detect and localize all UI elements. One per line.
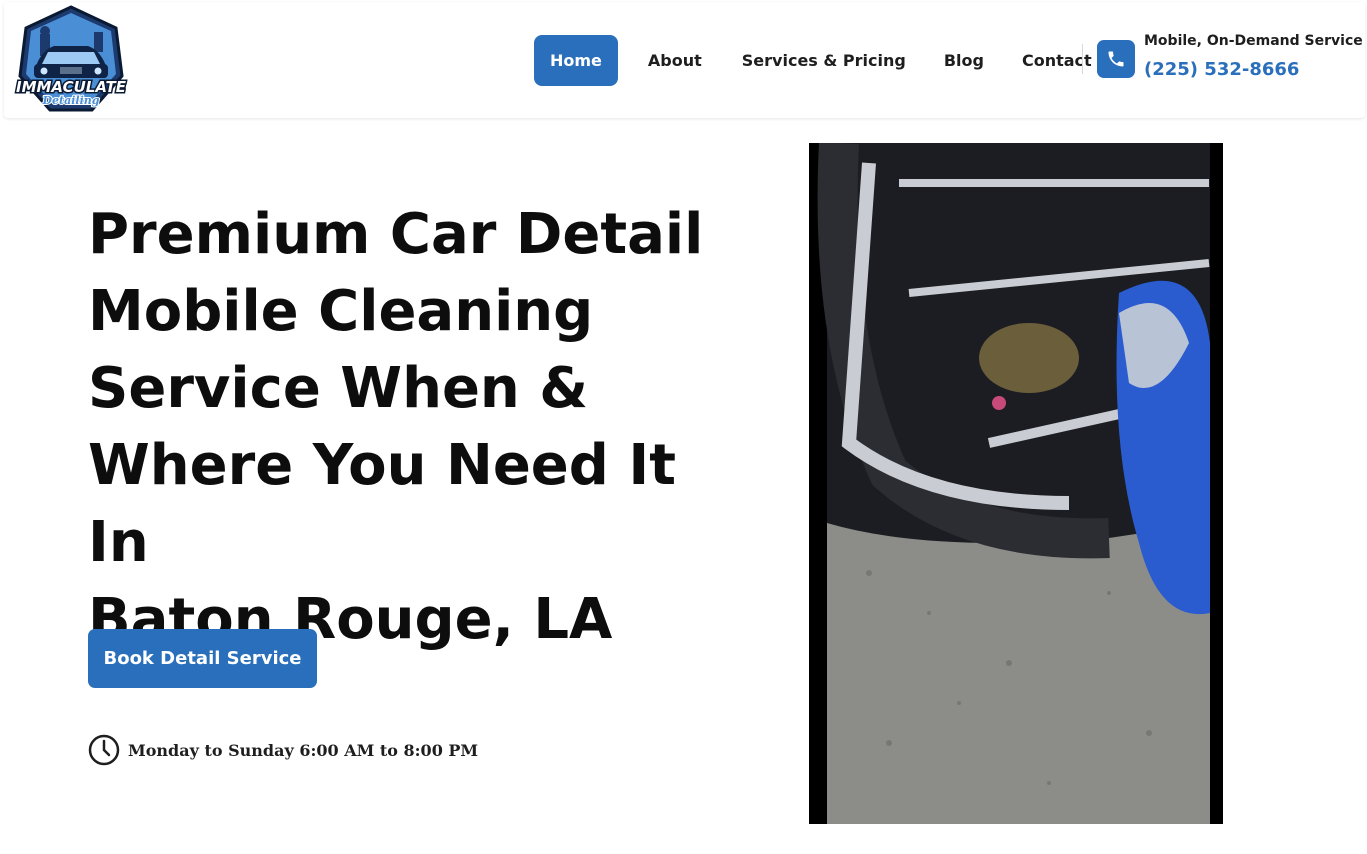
nav-home[interactable]: Home — [534, 34, 618, 86]
headline-line: Premium Car Detail — [88, 202, 704, 267]
nav-blog[interactable]: Blog — [928, 35, 1000, 86]
service-tagline: Mobile, On-Demand Service — [1144, 33, 1363, 49]
immaculate-detailing-logo[interactable]: IMMACULATE Detailing — [12, 4, 130, 116]
phone-icon — [1108, 51, 1124, 67]
nav-divider — [1082, 44, 1083, 74]
nav-services-pricing[interactable]: Services & Pricing — [726, 35, 922, 86]
nav-contact[interactable]: Contact — [1006, 35, 1108, 86]
site-header: IMMACULATE Detailing Home About Services… — [4, 2, 1365, 118]
business-hours: Monday to Sunday 6:00 AM to 8:00 PM — [88, 734, 478, 766]
book-detail-service-button[interactable]: Book Detail Service — [88, 629, 317, 688]
hours-text: Monday to Sunday 6:00 AM to 8:00 PM — [128, 740, 479, 760]
logo-subtitle: Detailing — [42, 94, 100, 107]
clock-icon — [88, 734, 120, 766]
phone-button[interactable] — [1097, 40, 1135, 78]
video-frame-wheel-cleaning — [809, 143, 1223, 824]
hero-video[interactable] — [809, 143, 1223, 824]
hero-headline: Premium Car Detail Mobile Cleaning Servi… — [88, 196, 728, 658]
nav-about[interactable]: About — [632, 35, 718, 86]
phone-number-link[interactable]: (225) 532-8666 — [1144, 59, 1299, 80]
headline-line: Service When & — [88, 356, 589, 421]
main-nav: Home About Services & Pricing Blog Conta… — [534, 32, 1112, 88]
headline-line: Where You Need It In — [88, 433, 676, 575]
headline-line: Mobile Cleaning — [88, 279, 594, 344]
